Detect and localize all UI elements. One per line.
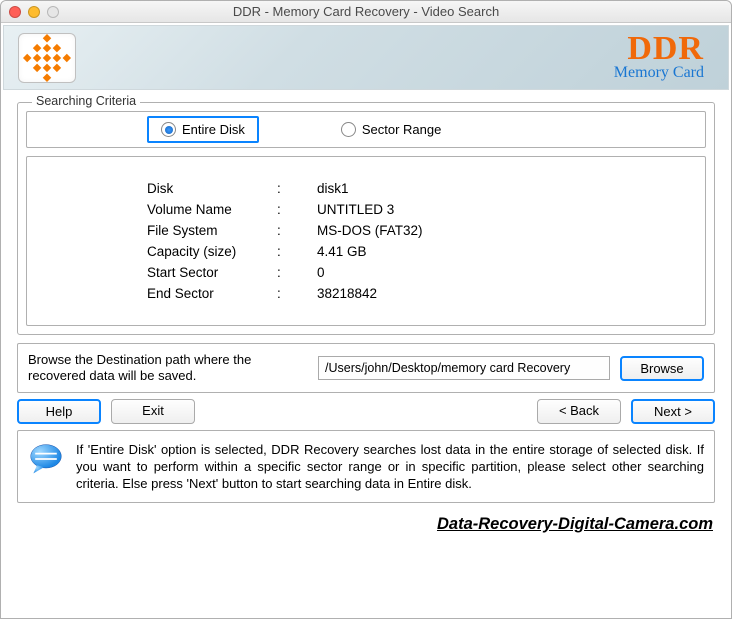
- brand-subtitle: Memory Card: [614, 64, 704, 82]
- header-banner: DDR Memory Card: [3, 25, 729, 90]
- disk-value: disk1: [317, 181, 695, 196]
- disk-label: Disk: [147, 181, 277, 196]
- volume-label: Volume Name: [147, 202, 277, 217]
- brand-block: DDR Memory Card: [614, 34, 704, 82]
- radio-icon: [341, 122, 356, 137]
- disk-info-panel: Disk : disk1 Volume Name : UNTITLED 3 Fi…: [26, 156, 706, 326]
- app-logo-icon: [18, 33, 76, 83]
- start-sector-value: 0: [317, 265, 695, 280]
- back-button[interactable]: < Back: [537, 399, 621, 424]
- window-title: DDR - Memory Card Recovery - Video Searc…: [1, 4, 731, 19]
- filesystem-label: File System: [147, 223, 277, 238]
- button-row: Help Exit < Back Next >: [17, 399, 715, 424]
- start-sector-label: Start Sector: [147, 265, 277, 280]
- footer-link[interactable]: Data-Recovery-Digital-Camera.com: [1, 511, 731, 538]
- speech-bubble-icon: [28, 441, 64, 477]
- filesystem-value: MS-DOS (FAT32): [317, 223, 695, 238]
- help-button[interactable]: Help: [17, 399, 101, 424]
- searching-criteria-legend: Searching Criteria: [32, 94, 140, 108]
- hint-text: If 'Entire Disk' option is selected, DDR…: [76, 441, 704, 492]
- end-sector-row: End Sector : 38218842: [147, 286, 695, 301]
- radio-row: Entire Disk Sector Range: [26, 111, 706, 148]
- destination-label: Browse the Destination path where the re…: [28, 352, 308, 384]
- brand-name: DDR: [614, 34, 704, 64]
- exit-button[interactable]: Exit: [111, 399, 195, 424]
- capacity-value: 4.41 GB: [317, 244, 695, 259]
- next-button[interactable]: Next >: [631, 399, 715, 424]
- hint-panel: If 'Entire Disk' option is selected, DDR…: [17, 430, 715, 503]
- capacity-row: Capacity (size) : 4.41 GB: [147, 244, 695, 259]
- end-sector-value: 38218842: [317, 286, 695, 301]
- capacity-label: Capacity (size): [147, 244, 277, 259]
- end-sector-label: End Sector: [147, 286, 277, 301]
- radio-icon: [161, 122, 176, 137]
- radio-sector-range-label: Sector Range: [362, 122, 442, 137]
- disk-row: Disk : disk1: [147, 181, 695, 196]
- volume-row: Volume Name : UNTITLED 3: [147, 202, 695, 217]
- browse-button[interactable]: Browse: [620, 356, 704, 381]
- main-window: DDR - Memory Card Recovery - Video Searc…: [0, 0, 732, 619]
- radio-sector-range[interactable]: Sector Range: [329, 118, 454, 141]
- destination-path-input[interactable]: [318, 356, 610, 380]
- volume-value: UNTITLED 3: [317, 202, 695, 217]
- filesystem-row: File System : MS-DOS (FAT32): [147, 223, 695, 238]
- start-sector-row: Start Sector : 0: [147, 265, 695, 280]
- searching-criteria-group: Searching Criteria Entire Disk Sector Ra…: [17, 102, 715, 335]
- radio-entire-disk[interactable]: Entire Disk: [147, 116, 259, 143]
- destination-row: Browse the Destination path where the re…: [17, 343, 715, 393]
- titlebar: DDR - Memory Card Recovery - Video Searc…: [1, 1, 731, 23]
- radio-entire-disk-label: Entire Disk: [182, 122, 245, 137]
